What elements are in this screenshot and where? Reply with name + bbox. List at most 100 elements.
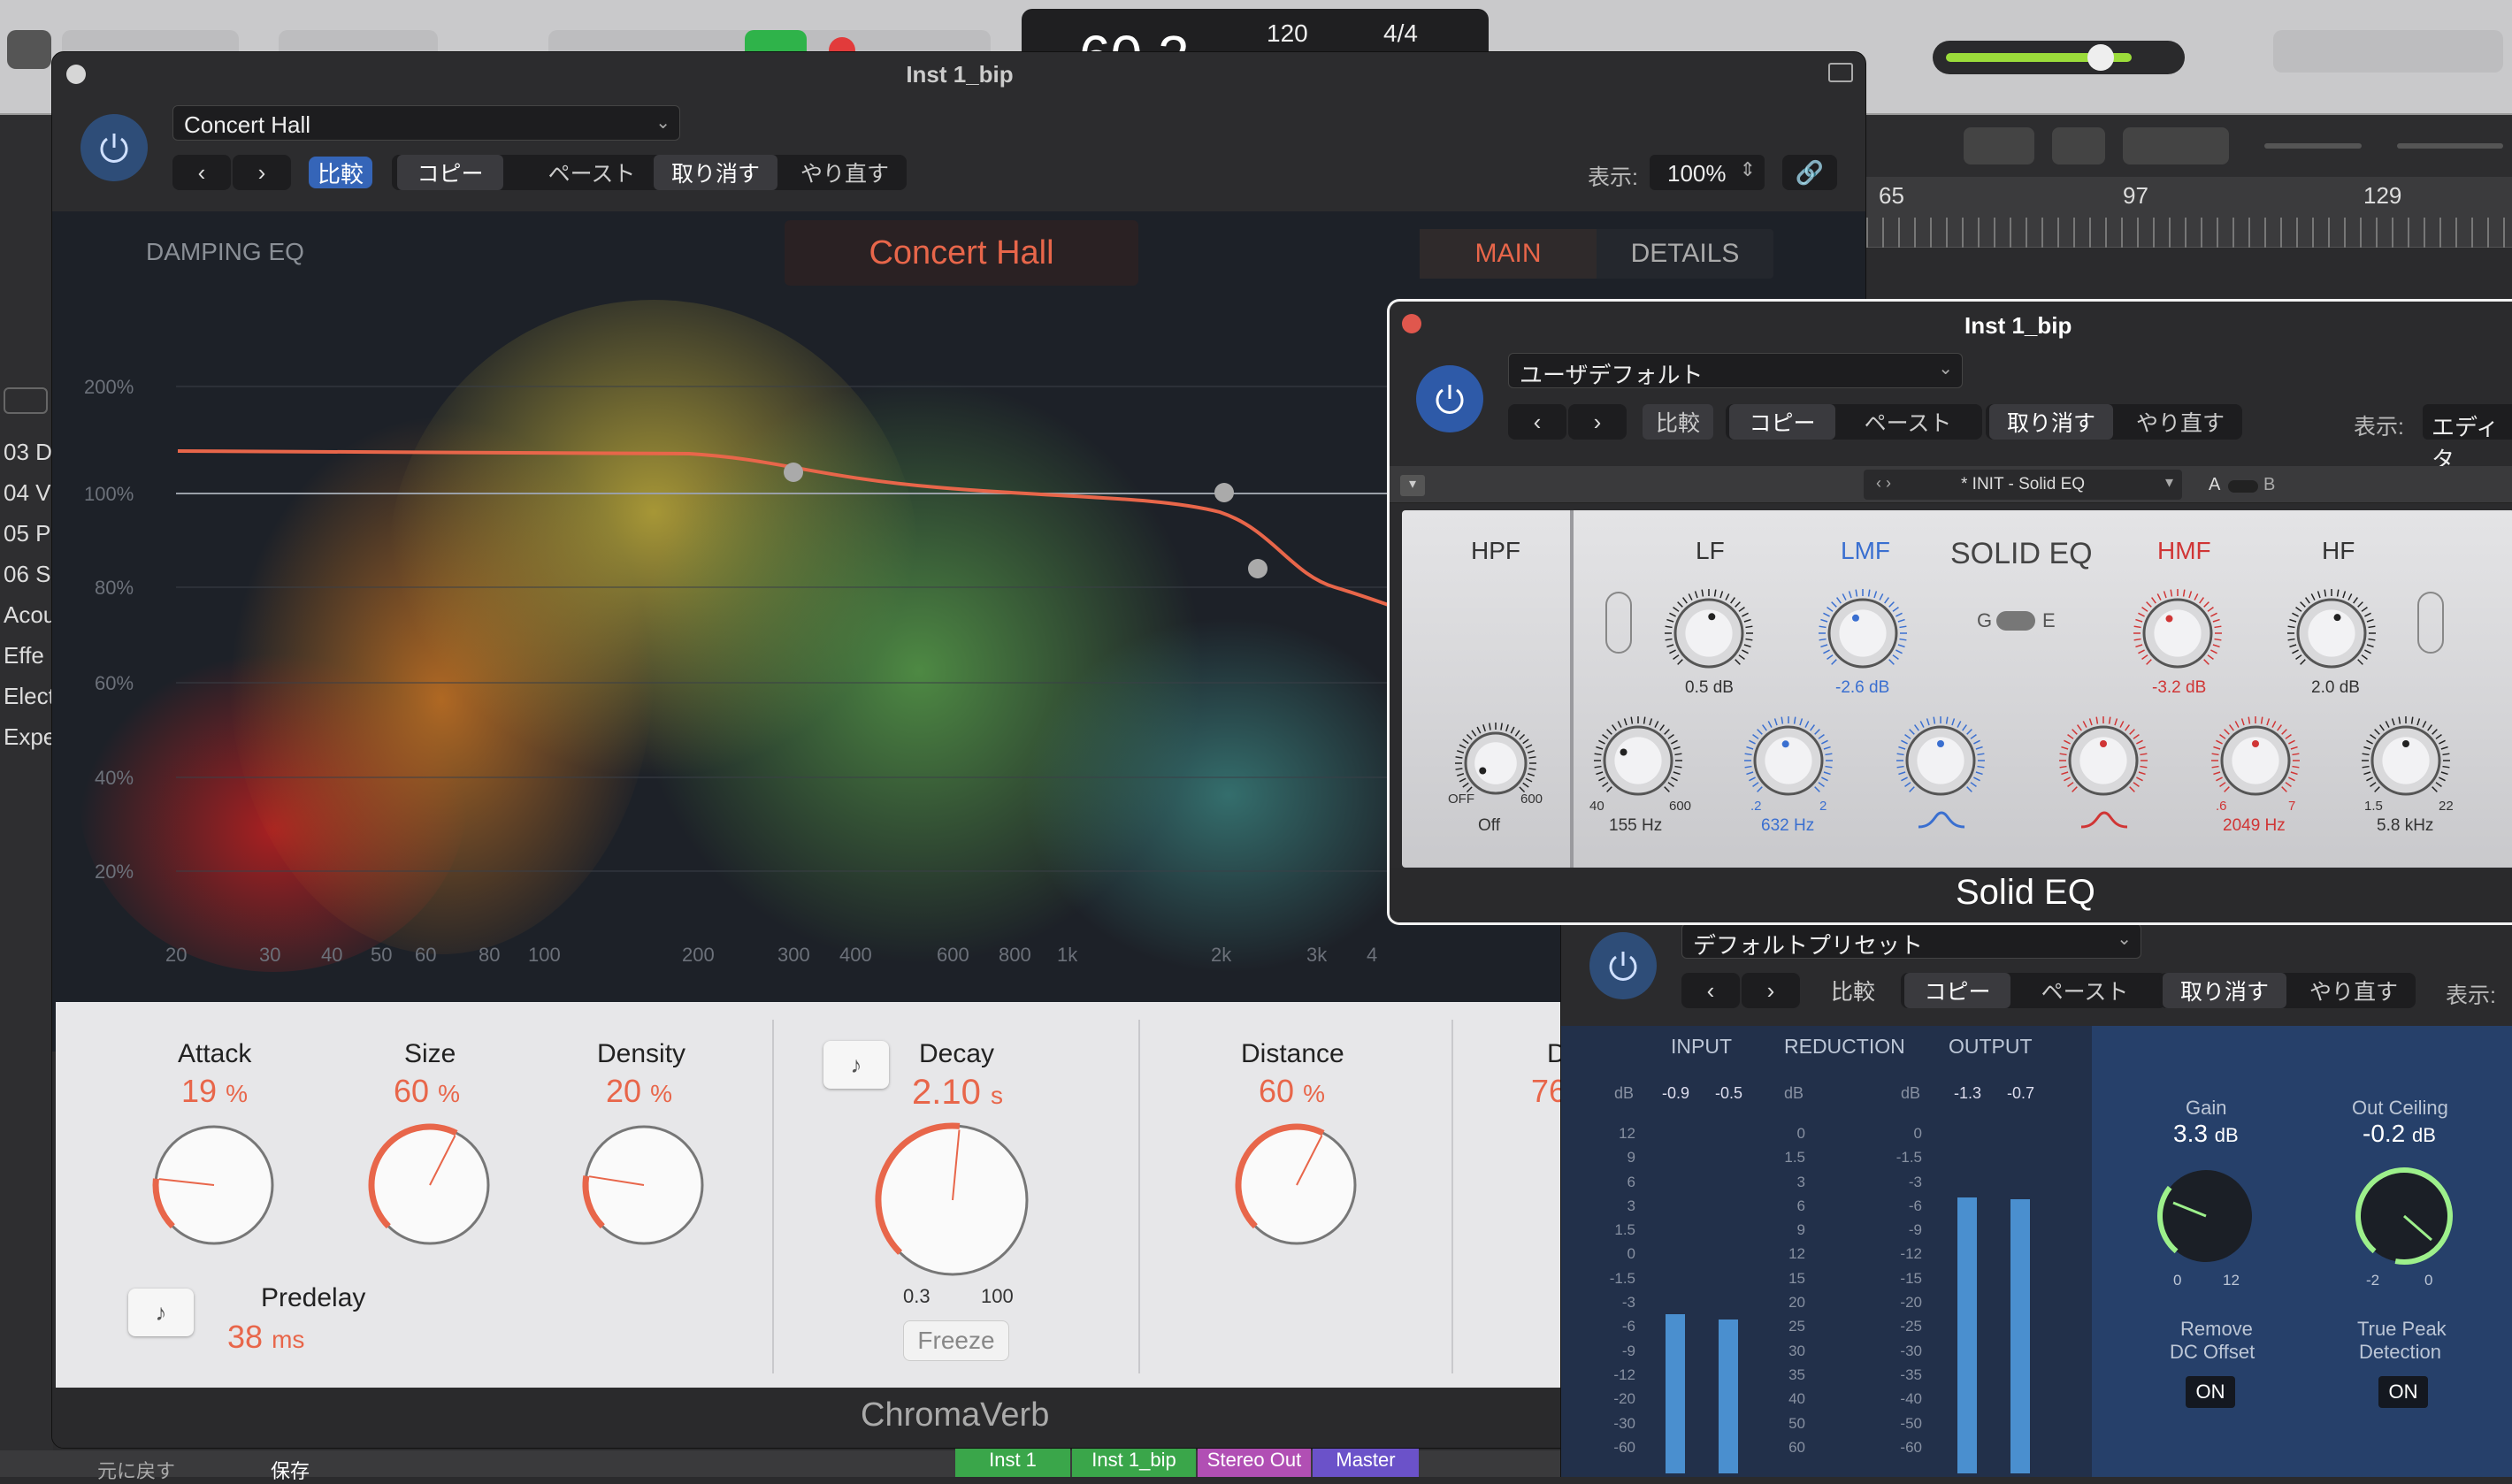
- track-chip[interactable]: Master: [1313, 1449, 1419, 1477]
- window-close-button[interactable]: [1402, 314, 1421, 333]
- decay-knob[interactable]: [873, 1121, 1032, 1280]
- density-knob[interactable]: [578, 1119, 710, 1251]
- knob-tick: [1669, 649, 1676, 654]
- compare-button[interactable]: 比較: [1818, 973, 1888, 1008]
- predelay-sync-button[interactable]: ♪: [128, 1289, 194, 1336]
- paste-button[interactable]: ペースト: [1839, 404, 1977, 440]
- bypass-power-button[interactable]: [1416, 365, 1483, 432]
- link-button[interactable]: 🔗: [1782, 155, 1837, 190]
- attack-knob[interactable]: [148, 1119, 280, 1251]
- gain-min: 0: [2173, 1272, 2182, 1289]
- prev-preset-button[interactable]: ‹: [172, 155, 231, 190]
- hmf-freq-knob[interactable]: [2207, 712, 2304, 809]
- lf-shelf-switch[interactable]: [1605, 592, 1632, 654]
- sidebar-item[interactable]: 05 P: [4, 520, 53, 561]
- waveform-button[interactable]: [2052, 127, 2105, 164]
- sidebar-item[interactable]: Expe: [4, 723, 56, 764]
- lmf-freq-knob[interactable]: [1740, 712, 1837, 809]
- compare-button[interactable]: 比較: [1643, 404, 1713, 440]
- track-chip[interactable]: Stereo Out: [1198, 1449, 1311, 1477]
- undo-button[interactable]: 取り消す: [1989, 404, 2113, 440]
- knob-tick: [1682, 597, 1688, 604]
- zoom-select[interactable]: 100% ⇕: [1650, 155, 1765, 190]
- decay-sync-button[interactable]: ♪: [823, 1041, 889, 1089]
- hf-shelf-switch[interactable]: [2417, 592, 2444, 654]
- gain-number: 3.3: [2173, 1120, 2208, 1147]
- ab-a-label[interactable]: A: [2209, 475, 2220, 495]
- library-icon[interactable]: [7, 30, 51, 69]
- distance-knob[interactable]: [1230, 1119, 1363, 1251]
- knob-tick: [1814, 786, 1820, 792]
- horizontal-zoom-slider[interactable]: [2397, 143, 2503, 149]
- master-volume-handle[interactable]: [2087, 44, 2114, 71]
- knob-tick: [1612, 724, 1617, 731]
- zoom-buttons[interactable]: [2123, 127, 2229, 164]
- eq-node-handle[interactable]: [1214, 483, 1234, 502]
- ab-b-label[interactable]: B: [2263, 475, 2275, 495]
- undo-history-button[interactable]: 元に戻す: [97, 1456, 175, 1484]
- eq-node-handle[interactable]: [1248, 559, 1267, 578]
- eq-node-handle[interactable]: [784, 463, 803, 482]
- next-preset-button[interactable]: ›: [233, 155, 291, 190]
- copy-button[interactable]: コピー: [397, 155, 503, 190]
- x-tick: 400: [839, 944, 872, 966]
- preset-bar-dropdown[interactable]: ‹ › * INIT - Solid EQ ▾: [1864, 470, 2182, 500]
- view-menu-button[interactable]: ▾: [1400, 475, 1425, 496]
- sidebar-item[interactable]: Elect: [4, 683, 55, 723]
- hmf-gain-knob[interactable]: [2129, 585, 2226, 682]
- preset-dropdown[interactable]: デフォルトプリセット ⌄: [1681, 923, 2141, 959]
- paste-button[interactable]: ペースト: [2014, 973, 2156, 1008]
- bypass-power-button[interactable]: [80, 114, 148, 181]
- vertical-zoom-slider[interactable]: [2264, 143, 2362, 149]
- redo-button[interactable]: やり直す: [783, 155, 907, 190]
- next-preset-button[interactable]: ›: [1568, 404, 1627, 440]
- undo-button[interactable]: 取り消す: [654, 155, 777, 190]
- freeze-button[interactable]: Freeze: [903, 1320, 1009, 1361]
- bypass-power-button[interactable]: [1589, 932, 1657, 999]
- sidebar-item[interactable]: Effe: [4, 642, 53, 683]
- scale-tick: -1.5: [1609, 1269, 1635, 1287]
- out-ceiling-knob[interactable]: [2347, 1159, 2462, 1274]
- lf-gain-knob[interactable]: [1660, 585, 1758, 682]
- true-peak-toggle[interactable]: ON: [2378, 1376, 2428, 1408]
- preset-dropdown[interactable]: ユーザデフォルト ⌄: [1508, 353, 1963, 388]
- lmf-q-knob[interactable]: [1892, 712, 1989, 809]
- prev-preset-button[interactable]: ‹: [1681, 973, 1740, 1008]
- size-knob[interactable]: [364, 1119, 496, 1251]
- sidebar-item[interactable]: 06 S: [4, 561, 53, 601]
- copy-button[interactable]: コピー: [1904, 973, 2010, 1008]
- redo-button[interactable]: やり直す: [2292, 973, 2416, 1008]
- preset-dropdown[interactable]: Concert Hall ⌄: [172, 105, 680, 141]
- knob-pointer: [1851, 614, 1859, 622]
- ge-mode-switch[interactable]: [1996, 611, 2035, 631]
- view-select[interactable]: エディタ: [2423, 404, 2512, 473]
- sidebar-item[interactable]: 04 V: [4, 479, 53, 520]
- dc-offset-toggle[interactable]: ON: [2186, 1376, 2235, 1408]
- next-preset-button[interactable]: ›: [1742, 973, 1800, 1008]
- gain-knob[interactable]: [2148, 1159, 2263, 1274]
- search-icon[interactable]: [4, 387, 48, 414]
- knob-tick: [2213, 746, 2221, 750]
- save-button[interactable]: 保存: [271, 1456, 310, 1484]
- toolbar-right-group[interactable]: [2273, 30, 2503, 73]
- ab-switch[interactable]: [2228, 480, 2258, 493]
- redo-button[interactable]: やり直す: [2118, 404, 2242, 440]
- compare-button[interactable]: 比較: [309, 157, 372, 188]
- sidebar-item[interactable]: 03 D: [4, 439, 53, 479]
- hmf-q-knob[interactable]: [2055, 712, 2152, 809]
- copy-button[interactable]: コピー: [1729, 404, 1835, 440]
- track-chip[interactable]: Inst 1_bip: [1072, 1449, 1196, 1477]
- automation-button[interactable]: [1964, 127, 2034, 164]
- paste-button[interactable]: ペースト: [512, 155, 671, 190]
- hf-gain-knob[interactable]: [2283, 585, 2380, 682]
- hf-freq-knob[interactable]: [2357, 712, 2455, 809]
- sidebar-item[interactable]: Acou: [4, 601, 56, 642]
- prev-preset-button[interactable]: ‹: [1508, 404, 1566, 440]
- tab-details[interactable]: DETAILS: [1597, 229, 1773, 279]
- lf-freq-knob[interactable]: [1589, 712, 1687, 809]
- tab-main[interactable]: MAIN: [1420, 229, 1597, 279]
- undo-button[interactable]: 取り消す: [2163, 973, 2286, 1008]
- lmf-gain-knob[interactable]: [1814, 585, 1911, 682]
- track-chip[interactable]: Inst 1: [955, 1449, 1070, 1477]
- detach-icon[interactable]: [1828, 63, 1853, 82]
